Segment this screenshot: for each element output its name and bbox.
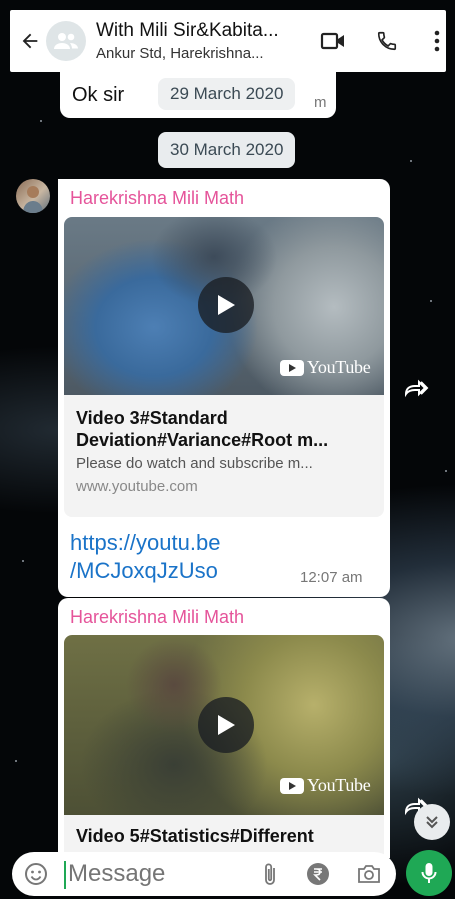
message-bubble-ok-sir[interactable]: Ok sir 29 March 2020 m [60,72,336,118]
preview-title-line-1: Video 5#Statistics#Different [76,826,314,846]
play-button[interactable] [198,697,254,753]
emoji-button[interactable] [24,862,50,888]
text-cursor [64,861,66,889]
voice-call-button[interactable] [372,26,402,56]
video-thumbnail[interactable]: YouTube [64,635,384,815]
message-text: Ok sir [72,84,125,106]
video-call-icon [320,32,344,50]
youtube-logo-icon [280,777,304,794]
youtube-link-line-2[interactable]: /MCJoxqJzUso [70,557,218,585]
link-message-bubble-1[interactable]: Harekrishna Mili Math YouTube Video 3#St… [58,179,390,597]
youtube-badge: YouTube [280,775,371,796]
message-time-fragment: m [314,94,327,111]
youtube-badge: YouTube [280,357,371,378]
youtube-link-line-1[interactable]: https://youtu.be [70,529,220,557]
video-call-button[interactable] [318,26,348,56]
preview-domain: www.youtube.com [76,478,198,495]
emoji-icon [25,863,47,885]
youtube-label: YouTube [307,357,371,377]
attach-button[interactable] [260,862,284,888]
person-silhouette-icon [23,186,43,213]
camera-button[interactable] [356,862,384,888]
message-input-bar [12,852,396,896]
voice-message-button[interactable] [406,850,452,896]
back-button[interactable] [16,21,44,61]
more-options-button[interactable] [422,26,452,56]
back-arrow-icon [22,33,38,49]
mic-icon [421,863,437,883]
group-avatar-icon [54,33,78,49]
rupee-payment-icon [307,863,329,885]
more-options-icon [434,30,440,52]
attach-icon [265,863,275,885]
link-preview[interactable]: Video 3#Standard Deviation#Variance#Root… [64,395,384,517]
scroll-to-bottom-button[interactable] [414,804,450,840]
chat-title-block[interactable]: With Mili Sir&Kabita... Ankur Std, Harek… [96,19,306,64]
preview-description: Please do watch and subscribe m... [76,455,313,472]
sender-name: Harekrishna Mili Math [70,607,245,627]
youtube-logo-icon [280,359,304,376]
message-input[interactable] [68,856,248,892]
date-separator: 30 March 2020 [158,132,296,168]
preview-title-line-1: Video 3#Standard [76,408,228,428]
link-message-bubble-2[interactable]: Harekrishna Mili Math YouTube Video 5#St… [58,598,390,858]
forward-button-1[interactable] [400,372,432,404]
voice-call-icon [377,31,397,51]
double-chevron-down-icon [426,816,438,829]
chat-title: With Mili Sir&Kabita... [96,19,279,41]
sender-avatar[interactable] [16,179,50,213]
chat-participants: Ankur Std, Harekrishna... [96,44,264,62]
message-time: 12:07 am [300,569,363,586]
video-thumbnail[interactable]: YouTube [64,217,384,395]
youtube-label: YouTube [307,775,371,795]
play-icon [218,295,235,315]
camera-icon [358,865,380,883]
floating-date-pill: 29 March 2020 [158,78,296,110]
play-icon [218,715,235,735]
payment-button[interactable] [306,862,332,888]
sender-name: Harekrishna Mili Math [70,188,245,208]
play-button[interactable] [198,277,254,333]
forward-icon [404,379,429,398]
chat-header: With Mili Sir&Kabita... Ankur Std, Harek… [10,10,446,72]
group-avatar[interactable] [46,21,86,61]
preview-title-line-2: Deviation#Variance#Root m... [76,430,329,450]
